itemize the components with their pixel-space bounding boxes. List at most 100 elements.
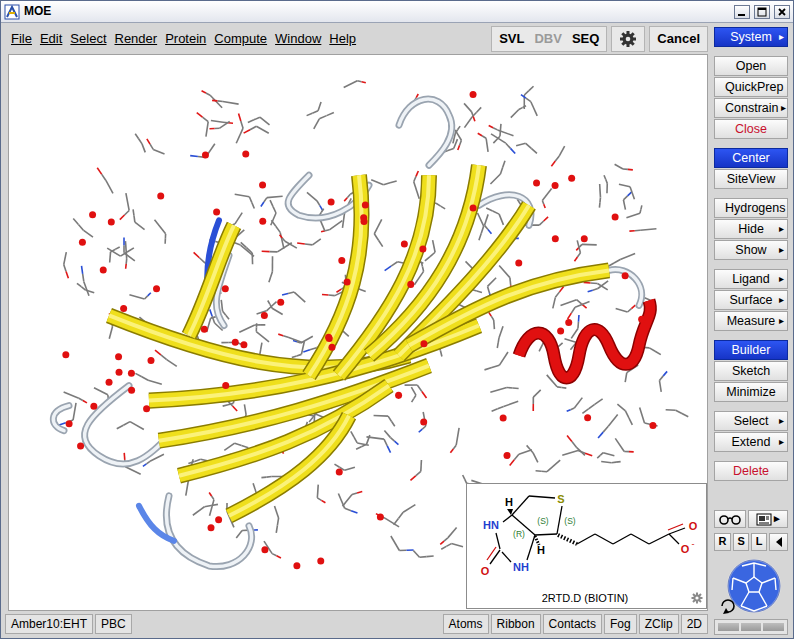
button-label: Close [725, 123, 777, 136]
panel-button[interactable]: Show▸ [714, 240, 788, 260]
panel-button[interactable]: Extend▸ [714, 432, 788, 452]
atom-label: HN [483, 519, 499, 531]
toolbar-button[interactable]: SEQ [572, 31, 599, 47]
wedge-bond [507, 509, 513, 515]
render-toggle[interactable]: 2D [681, 614, 708, 634]
command-panel: System▸ Open QuickPrep Constrain▸ Close Cente… [711, 23, 793, 638]
menu-item[interactable]: Select [66, 29, 110, 49]
atom-label-text: O [681, 543, 690, 555]
button-label: Builder [725, 344, 777, 357]
close-window-button[interactable] [774, 5, 790, 19]
panel-button[interactable]: Ligand▸ [714, 269, 788, 289]
button-label: Hide [725, 223, 777, 236]
panel-button[interactable]: SiteView [714, 169, 788, 189]
submenu-arrow: ▸ [777, 224, 786, 234]
atom-label: (R) [513, 529, 525, 539]
snapshot-button[interactable]: ▸ [748, 510, 788, 528]
molecule-viewport[interactable]: HSHN(R)(S)(S)HNHOOO-2RTD.D (BIOTIN) [8, 54, 708, 611]
render-toggle[interactable]: Ribbon [491, 614, 541, 634]
view-button[interactable]: R [714, 533, 731, 551]
panel-button[interactable]: Select▸ [714, 411, 788, 431]
moe-logo-icon [4, 4, 20, 20]
button-group: System▸ [714, 27, 788, 48]
minimize-button[interactable] [734, 5, 750, 19]
menu-item[interactable]: Window [271, 29, 325, 49]
view-tools: ▸ [714, 510, 788, 528]
button-group: Select▸Extend▸ [714, 411, 788, 453]
window-title: MOE [24, 4, 51, 18]
panel-button[interactable]: Minimize [714, 382, 788, 402]
button-label: Surface [725, 294, 777, 307]
render-toggle[interactable]: Fog [604, 614, 637, 634]
menu-item[interactable]: File [7, 29, 36, 49]
view-button[interactable]: S [733, 533, 749, 551]
button-label: Measure [725, 315, 777, 328]
status-field[interactable]: Amber10:EHT [5, 614, 93, 634]
atom-label: S [557, 493, 564, 505]
button-label: Hydrogens [725, 202, 785, 215]
menu-item[interactable]: Compute [210, 29, 271, 49]
slider-segment [741, 623, 762, 631]
button-label: Show [725, 244, 777, 257]
panel-button[interactable]: Constrain▸ [714, 98, 788, 118]
panel-button[interactable]: Hydrogens [714, 198, 788, 218]
render-toggle[interactable]: Contacts [543, 614, 602, 634]
stereo-button[interactable] [714, 510, 746, 528]
ligand-caption: 2RTD.D (BIOTIN) [542, 592, 629, 604]
panel-button[interactable]: Hide▸ [714, 219, 788, 239]
view-button[interactable]: L [751, 533, 767, 551]
sketch-gear-icon[interactable] [692, 593, 703, 604]
panel-button[interactable]: Open [714, 56, 788, 76]
more-arrow: ▸ [774, 512, 780, 525]
status-field[interactable]: PBC [95, 614, 132, 634]
menu-item[interactable]: Edit [36, 29, 66, 49]
panel-button[interactable]: Builder [714, 340, 788, 360]
button-label: Select [725, 415, 777, 428]
slider-segment [718, 623, 739, 631]
menu-item[interactable]: Protein [161, 29, 210, 49]
panel-button[interactable]: Surface▸ [714, 290, 788, 310]
trackball[interactable] [714, 558, 788, 616]
atom-label-text: H [505, 496, 513, 508]
maximize-button[interactable] [754, 5, 770, 19]
button-label: Center [725, 152, 777, 165]
panel-button[interactable]: Measure▸ [714, 311, 788, 331]
button-group: Builder SketchMinimize [714, 340, 788, 403]
rotate-button[interactable] [769, 533, 788, 551]
cancel-button[interactable]: Cancel [649, 26, 708, 52]
button-label: QuickPrep [725, 81, 783, 94]
menu-item[interactable]: Render [111, 29, 162, 49]
panel-button[interactable]: Sketch [714, 361, 788, 381]
render-toggle[interactable]: Atoms [443, 614, 489, 634]
submenu-arrow: ▸ [777, 32, 786, 42]
render-toggle[interactable]: ZClip [639, 614, 679, 634]
atom-label: (S) [564, 516, 576, 526]
submenu-arrow: ▸ [777, 245, 786, 255]
editor-buttons: SVLDBVSEQ [491, 26, 607, 52]
submenu-arrow: ▸ [777, 437, 786, 447]
image-icon [756, 513, 772, 526]
slider-segment [763, 623, 784, 631]
panel-button[interactable]: Delete [714, 461, 788, 481]
atom-label: O [689, 520, 698, 532]
zoom-slider[interactable] [714, 619, 788, 635]
atom-label: O [681, 543, 690, 555]
panel-button[interactable]: System▸ [714, 27, 788, 47]
menu-item[interactable]: Help [325, 29, 360, 49]
status-bar: Amber10:EHTPBC AtomsRibbonContactsFogZCli… [1, 611, 711, 638]
settings-button[interactable] [611, 26, 645, 52]
atom-label-text: O [689, 520, 698, 532]
toolbar-button[interactable]: SVL [499, 31, 524, 47]
toolbar: SVLDBVSEQ Cancel [491, 26, 708, 52]
charge-label: - [692, 539, 695, 549]
minimize-icon [737, 7, 747, 17]
panel-button[interactable]: Close [714, 119, 788, 139]
menu-bar: FileEditSelectRenderProteinComputeWindow… [1, 23, 711, 54]
atom-label-text: NH [513, 561, 529, 573]
button-group: Open QuickPrep Constrain▸ Close [714, 56, 788, 140]
biotin-structure: HSHN(R)(S)(S)HNHOOO-2RTD.D (BIOTIN) [467, 484, 706, 608]
panel-button[interactable]: QuickPrep [714, 77, 788, 97]
panel-button[interactable]: Center [714, 148, 788, 168]
button-label: Open [725, 60, 777, 73]
button-group: HydrogensHide▸Show▸ [714, 198, 788, 261]
